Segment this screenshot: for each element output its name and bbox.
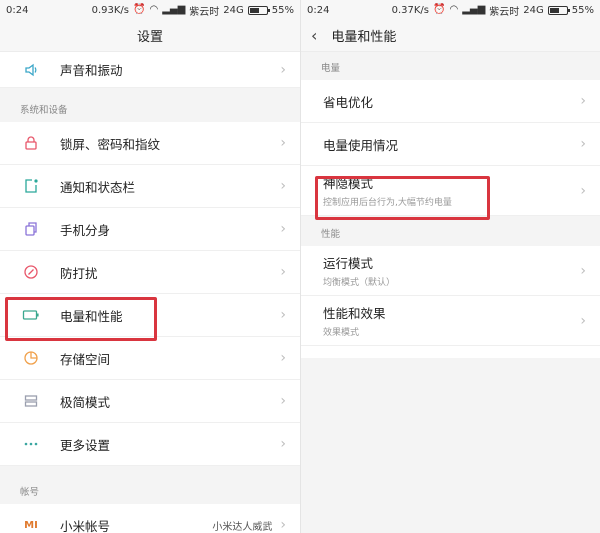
settings-item-dual-apps[interactable]: 手机分身 › [0,208,300,251]
section-header-power: 电量 [301,52,600,80]
settings-item-storage[interactable]: 存储空间 › [0,337,300,380]
clone-icon [20,218,42,240]
status-time: 0:24 [6,4,29,16]
power-item-hidden-mode[interactable]: 神隐模式 控制应用后台行为,大幅节约电量 › [301,166,600,216]
network-type: 24G [523,4,544,16]
power-item-battery-saver[interactable]: 省电优化 › [301,80,600,123]
status-bar: 0:24 0.93K/s ⏰ ◠ ▂▄▆ 紫云时 24G 55% [0,0,300,20]
mi-icon: MI [24,519,38,531]
battery-percent: 55% [571,4,594,16]
chevron-right-icon: › [280,135,286,151]
section-header-performance: 性能 [301,216,600,246]
chevron-right-icon: › [280,178,286,194]
battery-icon [20,304,42,326]
chevron-right-icon: › [580,136,586,152]
back-arrow-icon[interactable]: ‹ [311,27,317,44]
lock-icon [20,132,42,154]
chevron-right-icon: › [280,517,286,533]
chevron-right-icon: › [580,312,586,329]
chevron-right-icon: › [580,182,586,199]
section-header-system: 系统和设备 [0,88,300,122]
chevron-right-icon: › [580,262,586,279]
do-not-disturb-icon [20,261,42,283]
network-type: 24G [223,4,244,16]
perf-item-run-mode[interactable]: 运行模式 均衡模式（默认） › [301,246,600,296]
settings-item-notifications[interactable]: 通知和状态栏 › [0,165,300,208]
settings-item-more[interactable]: 更多设置 › [0,423,300,466]
chevron-right-icon: › [280,264,286,280]
network-speed: 0.93K/s [91,4,130,16]
network-speed: 0.37K/s [391,4,430,16]
page-title: 电量和性能 [331,30,397,45]
storage-icon [20,347,42,369]
section-header-account: 帐号 [0,466,300,504]
chevron-right-icon: › [280,436,286,452]
more-icon [20,433,42,455]
settings-item-battery-performance[interactable]: 电量和性能 › [0,294,300,337]
settings-item-do-not-disturb[interactable]: 防打扰 › [0,251,300,294]
status-bar: 0:24 0.37K/s ⏰ ◠ ▂▄▆ 紫云时 24G 55% [301,0,600,20]
alarm-off-icon: ⏰ [133,4,146,15]
chevron-right-icon: › [280,307,286,323]
battery-status-icon [547,5,570,15]
settings-item-mi-account[interactable]: MI 小米帐号 小米达人威武 › [0,504,300,533]
chevron-right-icon: › [280,393,286,409]
empty-area [301,358,600,533]
carrier-name: 紫云时 [189,6,220,18]
notification-icon [20,175,42,197]
speaker-icon [20,59,42,81]
chevron-right-icon: › [280,61,286,78]
settings-item-simple-mode[interactable]: 极简模式 › [0,380,300,423]
settings-item-lockscreen[interactable]: 锁屏、密码和指纹 › [0,122,300,165]
chevron-right-icon: › [580,93,586,109]
alarm-off-icon: ⏰ [433,4,446,15]
power-item-battery-usage[interactable]: 电量使用情况 › [301,123,600,166]
status-time: 0:24 [307,4,330,16]
simple-mode-icon [20,390,42,412]
settings-item-sound[interactable]: 声音和振动 › [0,52,300,88]
carrier-name: 紫云时 [489,6,520,18]
settings-screen: 0:24 0.93K/s ⏰ ◠ ▂▄▆ 紫云时 24G 55% 设置 声音和振… [0,0,300,533]
signal-icon: ▂▄▆ [462,4,486,15]
battery-percent: 55% [271,4,294,16]
chevron-right-icon: › [280,221,286,237]
wifi-icon: ◠ [449,4,459,15]
signal-icon: ▂▄▆ [162,4,186,15]
page-title: 设置 [0,20,300,52]
battery-performance-screen: 0:24 0.37K/s ⏰ ◠ ▂▄▆ 紫云时 24G 55% ‹ 电量和性能… [300,0,600,533]
battery-status-icon [247,5,270,15]
wifi-icon: ◠ [149,4,159,15]
perf-item-performance-effect[interactable]: 性能和效果 效果模式 › [301,296,600,346]
chevron-right-icon: › [280,350,286,366]
account-name: 小米达人威武 [212,521,273,533]
title-bar: ‹ 电量和性能 [301,20,600,52]
